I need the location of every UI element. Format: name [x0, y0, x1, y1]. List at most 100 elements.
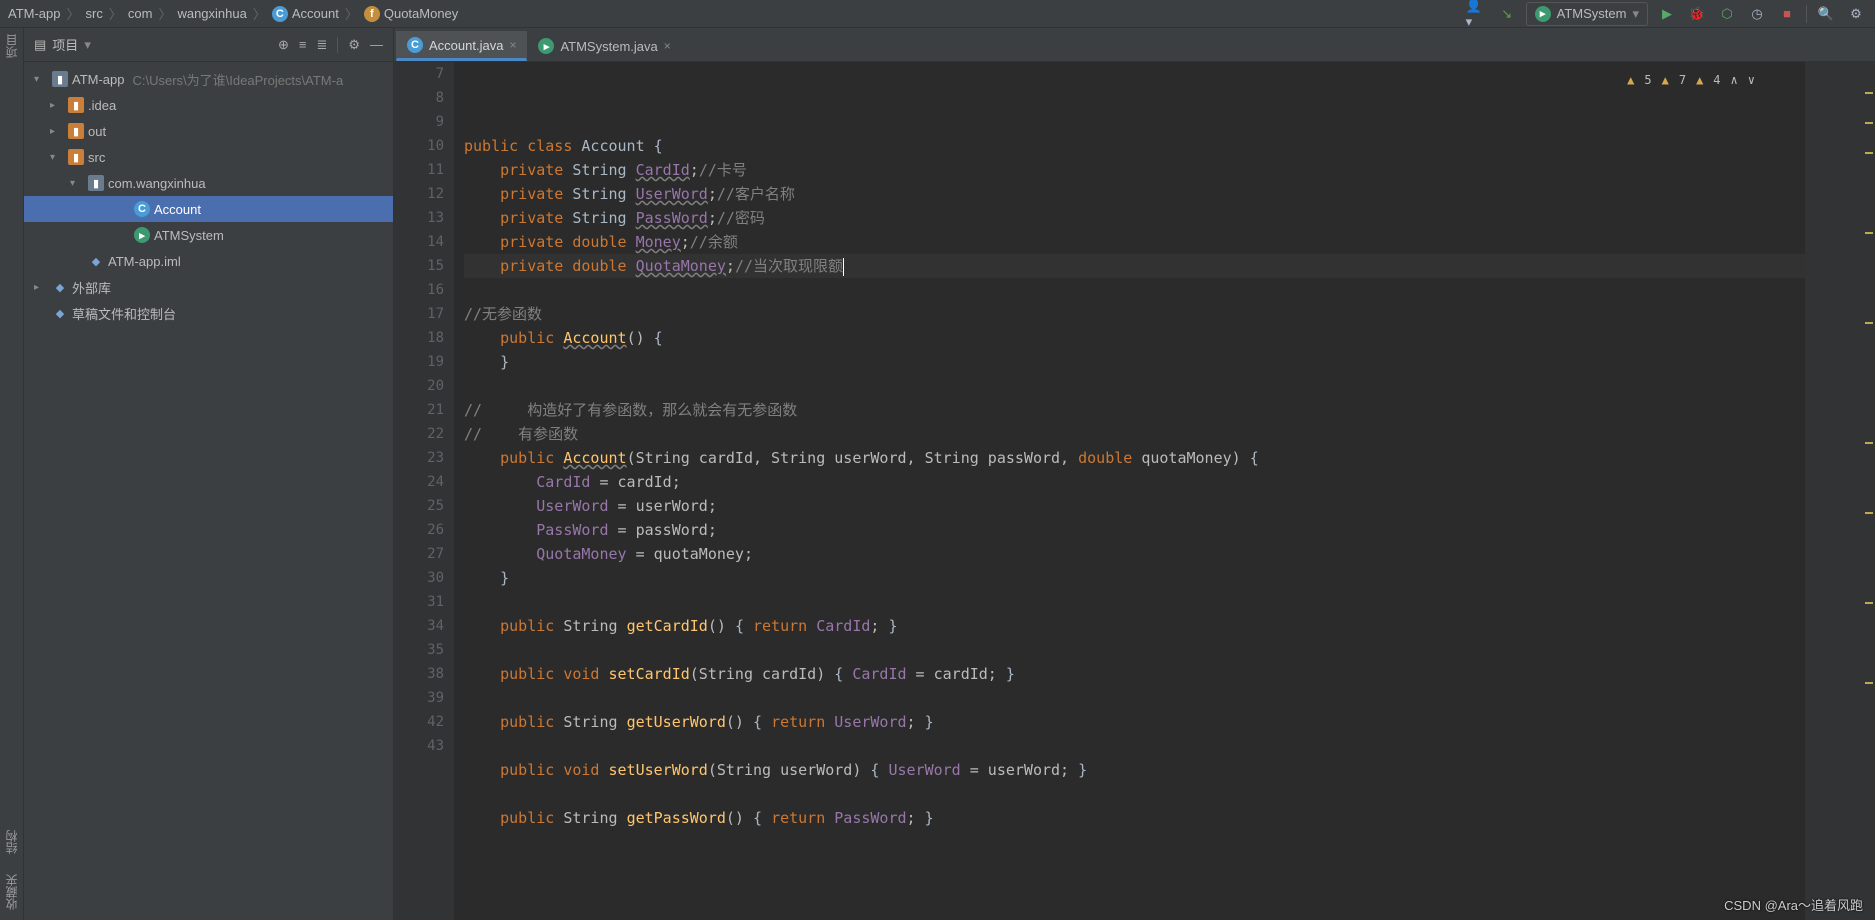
line-number[interactable]: 13: [398, 206, 444, 230]
inspections-summary[interactable]: ▲5 ▲7 ▲4 ∧ ∨: [1627, 68, 1755, 92]
search-icon[interactable]: 🔍: [1815, 3, 1837, 25]
hide-icon[interactable]: —: [370, 37, 383, 53]
tree-arrow-icon[interactable]: ▸: [50, 126, 64, 137]
next-highlight-icon[interactable]: ∨: [1748, 68, 1755, 92]
code-line[interactable]: public String getUserWord() { return Use…: [464, 710, 1805, 734]
line-number[interactable]: 43: [398, 734, 444, 758]
tree-arrow-icon[interactable]: ▸: [50, 100, 64, 111]
select-opened-icon[interactable]: ⊕: [278, 37, 289, 53]
vcs-dropdown-icon[interactable]: 👤▾: [1466, 3, 1488, 25]
error-stripe[interactable]: [1805, 62, 1875, 920]
debug-icon[interactable]: 🐞: [1686, 3, 1708, 25]
project-tool-tab[interactable]: 项目: [3, 34, 20, 58]
code-line[interactable]: [464, 734, 1805, 758]
code-line[interactable]: [464, 278, 1805, 302]
code-line[interactable]: [464, 590, 1805, 614]
stop-icon[interactable]: ■: [1776, 3, 1798, 25]
code-line[interactable]: public Account() {: [464, 326, 1805, 350]
line-number[interactable]: 12: [398, 182, 444, 206]
code-line[interactable]: public String getCardId() { return CardI…: [464, 614, 1805, 638]
project-tree[interactable]: ▾▮ATM-appC:\Users\为了谁\IdeaProjects\ATM-a…: [24, 62, 393, 920]
line-number[interactable]: 21: [398, 398, 444, 422]
tree-item[interactable]: ▸◆外部库: [24, 274, 393, 300]
tree-item[interactable]: ▸▮out: [24, 118, 393, 144]
chevron-down-icon[interactable]: ▾: [84, 37, 91, 53]
tree-item[interactable]: ▾▮ATM-appC:\Users\为了谁\IdeaProjects\ATM-a: [24, 66, 393, 92]
line-number[interactable]: 27: [398, 542, 444, 566]
tree-arrow-icon[interactable]: ▾: [70, 178, 84, 189]
code-line[interactable]: [464, 374, 1805, 398]
breadcrumb-item[interactable]: wangxinhua: [177, 6, 246, 21]
tree-arrow-icon[interactable]: ▾: [50, 152, 64, 163]
close-icon[interactable]: ×: [509, 38, 516, 52]
collapse-all-icon[interactable]: ≣: [316, 37, 327, 53]
tree-item[interactable]: ◆ATM-app.iml: [24, 248, 393, 274]
line-number[interactable]: 10: [398, 134, 444, 158]
editor-tab[interactable]: ▸ATMSystem.java×: [527, 31, 681, 61]
line-number[interactable]: 14: [398, 230, 444, 254]
code-line[interactable]: private double Money;//余额: [464, 230, 1805, 254]
favorites-tool-tab[interactable]: 收藏夹: [3, 874, 20, 910]
code-line[interactable]: PassWord = passWord;: [464, 518, 1805, 542]
prev-highlight-icon[interactable]: ∧: [1731, 68, 1738, 92]
editor-tab[interactable]: CAccount.java×: [396, 31, 527, 61]
line-number[interactable]: 20: [398, 374, 444, 398]
breadcrumb-item[interactable]: src: [86, 6, 103, 21]
settings-icon[interactable]: ⚙: [1845, 3, 1867, 25]
line-number[interactable]: 31: [398, 590, 444, 614]
code-line[interactable]: [464, 686, 1805, 710]
breadcrumb-item[interactable]: com: [128, 6, 153, 21]
line-number[interactable]: 22: [398, 422, 444, 446]
code-line[interactable]: public String getPassWord() { return Pas…: [464, 806, 1805, 830]
code-line[interactable]: CardId = cardId;: [464, 470, 1805, 494]
code-line[interactable]: public void setUserWord(String userWord)…: [464, 758, 1805, 782]
line-number[interactable]: 38: [398, 662, 444, 686]
line-number[interactable]: 7: [398, 62, 444, 86]
code-line[interactable]: public void setCardId(String cardId) { C…: [464, 662, 1805, 686]
line-number[interactable]: 16: [398, 278, 444, 302]
code-line[interactable]: }: [464, 566, 1805, 590]
line-number[interactable]: 24: [398, 470, 444, 494]
breadcrumb-item[interactable]: CAccount: [272, 6, 339, 22]
line-number[interactable]: 30: [398, 566, 444, 590]
line-number[interactable]: 17: [398, 302, 444, 326]
line-number[interactable]: 25: [398, 494, 444, 518]
tree-arrow-icon[interactable]: ▾: [34, 74, 48, 85]
line-number[interactable]: 8: [398, 86, 444, 110]
code-line[interactable]: private String PassWord;//密码: [464, 206, 1805, 230]
code-line[interactable]: 💡 private double QuotaMoney;//当次取现限额: [464, 254, 1805, 278]
tree-item[interactable]: ▸▮.idea: [24, 92, 393, 118]
line-number[interactable]: 42: [398, 710, 444, 734]
structure-tool-tab[interactable]: 结构: [3, 830, 20, 854]
line-number[interactable]: 9: [398, 110, 444, 134]
line-number[interactable]: 19: [398, 350, 444, 374]
code-line[interactable]: [464, 782, 1805, 806]
line-number[interactable]: 34: [398, 614, 444, 638]
coverage-icon[interactable]: ⬡: [1716, 3, 1738, 25]
line-number[interactable]: 35: [398, 638, 444, 662]
line-number[interactable]: 26: [398, 518, 444, 542]
code-line[interactable]: [464, 638, 1805, 662]
breadcrumb-item[interactable]: fQuotaMoney: [364, 6, 458, 22]
expand-all-icon[interactable]: ≡: [299, 37, 307, 53]
line-number[interactable]: 15: [398, 254, 444, 278]
tree-item[interactable]: ▾▮src: [24, 144, 393, 170]
line-number[interactable]: 23: [398, 446, 444, 470]
code-line[interactable]: //无参函数: [464, 302, 1805, 326]
code-line[interactable]: // 有参函数: [464, 422, 1805, 446]
code-line[interactable]: UserWord = userWord;: [464, 494, 1805, 518]
code-line[interactable]: QuotaMoney = quotaMoney;: [464, 542, 1805, 566]
tree-item[interactable]: ◆草稿文件和控制台: [24, 300, 393, 326]
line-number[interactable]: 39: [398, 686, 444, 710]
tree-item[interactable]: ▾▮com.wangxinhua: [24, 170, 393, 196]
hammer-icon[interactable]: ↘: [1496, 3, 1518, 25]
code-line[interactable]: private String CardId;//卡号: [464, 158, 1805, 182]
close-icon[interactable]: ×: [664, 39, 671, 53]
code-line[interactable]: }: [464, 350, 1805, 374]
tree-item[interactable]: ▸ATMSystem: [24, 222, 393, 248]
breadcrumb-item[interactable]: ATM-app: [8, 6, 61, 21]
run-config-selector[interactable]: ▸ ATMSystem ▾: [1526, 2, 1648, 26]
code-line[interactable]: public class Account {: [464, 134, 1805, 158]
code-line[interactable]: private String UserWord;//客户名称: [464, 182, 1805, 206]
profiler-icon[interactable]: ◷: [1746, 3, 1768, 25]
